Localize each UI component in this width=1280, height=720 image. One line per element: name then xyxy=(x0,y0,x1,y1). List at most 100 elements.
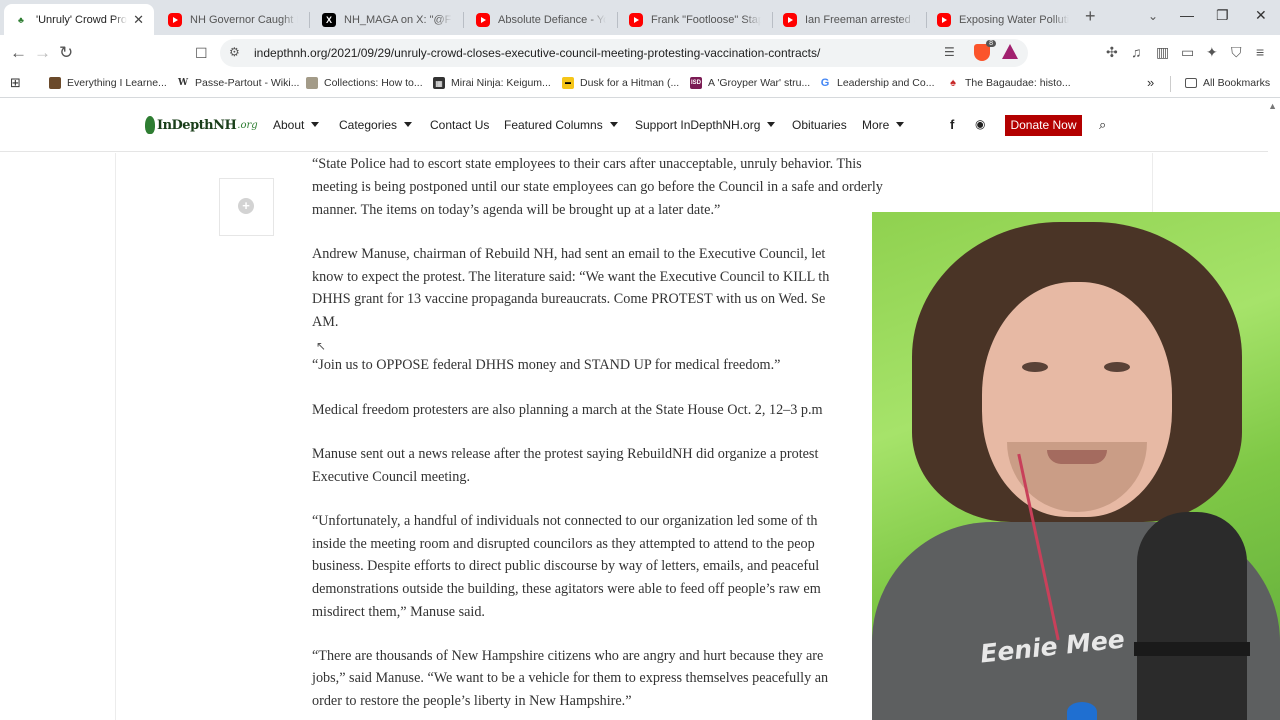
menu-icon[interactable]: ≡ xyxy=(1256,44,1264,60)
bookmark-label: Collections: How to... xyxy=(324,77,423,89)
isd-icon: ISD xyxy=(690,77,702,89)
bookmark-item[interactable]: Everything I Learne... xyxy=(49,77,167,89)
microphone xyxy=(1137,512,1247,720)
search-icon[interactable]: ⌕ xyxy=(1099,117,1106,133)
webcam-mouth xyxy=(1047,450,1107,464)
tab[interactable]: Absolute Defiance - YouTube xyxy=(466,4,616,35)
vpn-icon[interactable]: ⛉ xyxy=(1231,44,1242,61)
site-info-icon[interactable]: ⚙ xyxy=(229,45,240,59)
nav-obituaries[interactable]: Obituaries xyxy=(792,118,847,132)
article-line: “There are thousands of New Hampshire ci… xyxy=(312,648,824,664)
minimize-icon[interactable]: — xyxy=(1180,7,1194,23)
nav-label: Categories xyxy=(339,118,398,132)
tab-active[interactable]: ♣ 'Unruly' Crowd Protests Vaccination Co… xyxy=(4,4,154,35)
close-icon[interactable]: ✕ xyxy=(133,12,144,28)
article-line: manner. The items on today’s agenda will… xyxy=(312,202,721,218)
logo-suffix: .org xyxy=(237,119,258,131)
bookmark-label: Passe-Partout - Wiki... xyxy=(195,77,300,89)
webcam-eye xyxy=(1022,362,1048,372)
article-line: meeting is being postponed until our sta… xyxy=(312,179,883,195)
caret-down-icon xyxy=(404,122,413,127)
donate-button[interactable]: Donate Now xyxy=(1005,115,1082,136)
article-line: “Unfortunately, a handful of individuals… xyxy=(312,513,818,529)
nav-about[interactable]: About xyxy=(273,118,320,132)
music-icon[interactable]: ♫ xyxy=(1131,44,1142,60)
share-box[interactable]: + xyxy=(219,178,274,236)
nav-more[interactable]: More xyxy=(862,118,905,132)
all-bookmarks-button[interactable]: All Bookmarks xyxy=(1185,77,1270,89)
brave-rewards-icon[interactable] xyxy=(1002,44,1018,59)
article-line: Andrew Manuse, chairman of Rebuild NH, h… xyxy=(312,246,826,262)
scroll-up-arrow[interactable]: ▲ xyxy=(1268,101,1277,111)
folder-icon xyxy=(1185,78,1197,88)
leaf-icon: ♣ xyxy=(18,14,24,25)
bookmark-item[interactable]: W Passe-Partout - Wiki... xyxy=(177,77,300,89)
plus-icon[interactable]: + xyxy=(238,198,254,214)
address-bar[interactable]: ⚙ indepthnh.org/2021/09/29/unruly-crowd-… xyxy=(220,39,1028,67)
bookmark-image-icon: ▦ xyxy=(433,77,445,89)
apps-icon[interactable]: ⊞ xyxy=(10,75,21,91)
caret-down-icon xyxy=(609,122,618,127)
webcam-eye xyxy=(1104,362,1130,372)
leo-ai-icon[interactable]: ✦ xyxy=(1206,44,1218,61)
close-window-icon[interactable]: ✕ xyxy=(1255,7,1267,24)
restore-icon[interactable]: ❐ xyxy=(1216,7,1229,24)
tab-separator xyxy=(309,12,310,28)
bookmark-label: Dusk for a Hitman (... xyxy=(580,77,680,89)
article-line: inside the meeting room and disrupted co… xyxy=(312,536,815,552)
brave-shield-icon[interactable]: 8 xyxy=(974,40,996,61)
bookmark-item[interactable]: G Leadership and Co... xyxy=(819,77,935,89)
imdb-icon: ▬ xyxy=(562,77,574,89)
webcam-overlay: Eenie Mee xyxy=(872,212,1280,720)
site-logo[interactable]: InDepthNH .org xyxy=(145,116,258,134)
nav-label: About xyxy=(273,118,305,132)
bookmark-item[interactable]: Collections: How to... xyxy=(306,77,423,89)
extensions-icon[interactable]: ✣ xyxy=(1106,44,1118,61)
bookmark-item[interactable]: ▬ Dusk for a Hitman (... xyxy=(562,77,679,89)
microphone-band xyxy=(1134,642,1250,656)
x-icon: X xyxy=(322,12,336,27)
bookmark-icon[interactable]: ☐ xyxy=(195,45,208,62)
youtube-icon xyxy=(629,12,643,27)
facebook-icon[interactable]: f xyxy=(950,117,954,132)
article-line: demonstrations outside the building, the… xyxy=(312,581,821,597)
tab[interactable]: Exposing Water Pollution xyxy=(927,4,1079,35)
wikipedia-icon: W xyxy=(177,78,189,88)
sidebar-icon[interactable]: ▥ xyxy=(1156,44,1169,61)
nav-categories[interactable]: Categories xyxy=(339,118,413,132)
url-text[interactable]: indepthnh.org/2021/09/29/unruly-crowd-cl… xyxy=(254,46,820,60)
tab[interactable]: Ian Freeman arrested and xyxy=(773,4,925,35)
new-tab-button[interactable]: + xyxy=(1085,6,1096,27)
tab[interactable]: Frank "Footloose" Staples xyxy=(619,4,771,35)
nav-featured-columns[interactable]: Featured Columns xyxy=(504,118,618,132)
nav-contact-us[interactable]: Contact Us xyxy=(430,118,489,132)
rss-icon[interactable]: ◉ xyxy=(975,117,985,131)
article-line: misdirect them,” Manuse said. xyxy=(312,604,485,620)
caret-down-icon xyxy=(896,122,905,127)
article-line: business. Despite efforts to direct publ… xyxy=(312,558,820,574)
article-line: jobs,” said Manuse. “We want to be a veh… xyxy=(312,670,829,686)
tab[interactable]: X NH_MAGA on X: "@Frank xyxy=(312,4,462,35)
forward-icon[interactable]: → xyxy=(34,43,51,63)
bookmark-item[interactable]: ♠ The Bagaudae: histo... xyxy=(947,77,1071,89)
nav-label: Support InDepthNH.org xyxy=(635,118,761,132)
browser-toolbar: ← → ↻ ☐ ⚙ indepthnh.org/2021/09/29/unrul… xyxy=(0,35,1280,71)
bookmark-image-icon: ♠ xyxy=(950,77,956,89)
tab[interactable]: NH Governor Caught In The xyxy=(158,4,308,35)
more-bookmarks-button[interactable]: » xyxy=(1147,75,1154,90)
reload-icon[interactable]: ↻ xyxy=(59,43,73,63)
nav-support[interactable]: Support InDepthNH.org xyxy=(635,118,776,132)
tab-title: NH Governor Caught In The xyxy=(190,13,298,26)
youtube-icon xyxy=(937,12,951,27)
caret-down-icon xyxy=(311,122,320,127)
chevron-down-icon[interactable]: ⌄ xyxy=(1148,9,1158,23)
reader-mode-icon[interactable]: ☰ xyxy=(944,45,955,59)
bookmark-item[interactable]: ▦ Mirai Ninja: Keigum... xyxy=(433,77,551,89)
wallet-icon[interactable]: ▭ xyxy=(1181,44,1194,61)
back-icon[interactable]: ← xyxy=(10,43,27,63)
tab-title: Frank "Footloose" Staples xyxy=(651,13,761,26)
tab-title: Absolute Defiance - YouTube xyxy=(498,13,606,26)
bookmark-item[interactable]: ISD A 'Groyper War' stru... xyxy=(690,77,810,89)
mouse-cursor-icon: ↖ xyxy=(316,339,327,353)
bookmarks-bar: ⊞ Everything I Learne... W Passe-Partout … xyxy=(0,71,1280,98)
